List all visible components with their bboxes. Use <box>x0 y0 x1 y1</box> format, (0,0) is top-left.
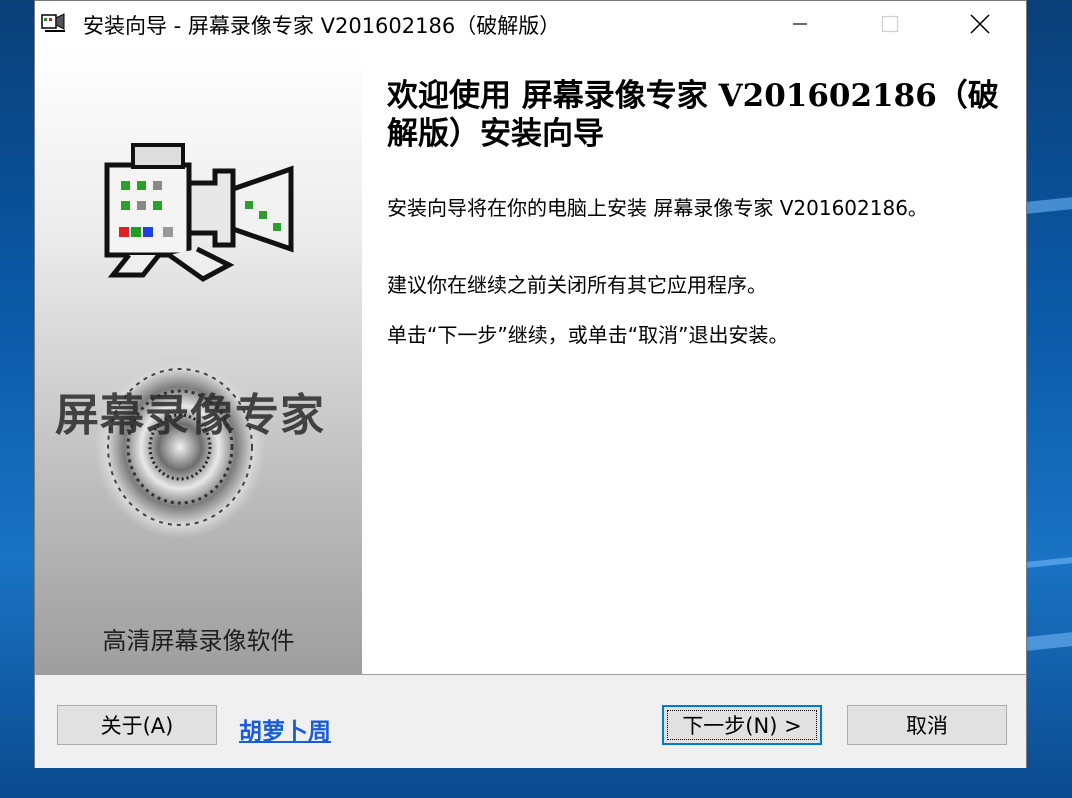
installer-window: 安装向导 - 屏幕录像专家 V201602186（破解版） 屏幕录像专家 高清屏… <box>34 0 1027 768</box>
about-button[interactable]: 关于(A) <box>57 705 217 745</box>
welcome-heading: 欢迎使用 屏幕录像专家 V201602186（破解版）安装向导 <box>387 78 999 152</box>
minimize-icon <box>793 23 807 25</box>
cancel-button[interactable]: 取消 <box>847 705 1007 745</box>
wizard-footer: 关于(A) 胡萝卜周 下一步(N) > 取消 <box>35 675 1026 768</box>
swirl-logo-graphic <box>94 355 266 539</box>
banner-caption: 高清屏幕录像软件 <box>102 627 295 655</box>
logo-text: 屏幕录像专家 <box>55 390 325 441</box>
install-description: 安装向导将在你的电脑上安装 屏幕录像专家 V201602186。 <box>387 196 928 220</box>
maximize-icon <box>881 15 899 33</box>
video-camera-icon <box>104 143 294 282</box>
close-apps-advice: 建议你在继续之前关闭所有其它应用程序。 <box>387 273 767 297</box>
wizard-banner: 屏幕录像专家 高清屏幕录像软件 <box>35 47 362 674</box>
title-bar[interactable]: 安装向导 - 屏幕录像专家 V201602186（破解版） <box>35 1 1026 47</box>
maximize-button[interactable] <box>845 1 935 47</box>
minimize-button[interactable] <box>755 1 845 47</box>
instructions-text: 单击“下一步”继续，或单击“取消”退出安装。 <box>387 323 789 347</box>
next-button[interactable]: 下一步(N) > <box>662 705 822 745</box>
window-title: 安装向导 - 屏幕录像专家 V201602186（破解版） <box>83 14 561 38</box>
author-link[interactable]: 胡萝卜周 <box>239 712 331 746</box>
focus-ring <box>667 710 817 740</box>
close-button[interactable] <box>935 1 1025 47</box>
close-icon <box>970 14 990 34</box>
wizard-content: 屏幕录像专家 高清屏幕录像软件 欢迎使用 屏幕录像专家 V201602186（破… <box>35 47 1026 674</box>
installer-app-icon <box>41 13 65 32</box>
